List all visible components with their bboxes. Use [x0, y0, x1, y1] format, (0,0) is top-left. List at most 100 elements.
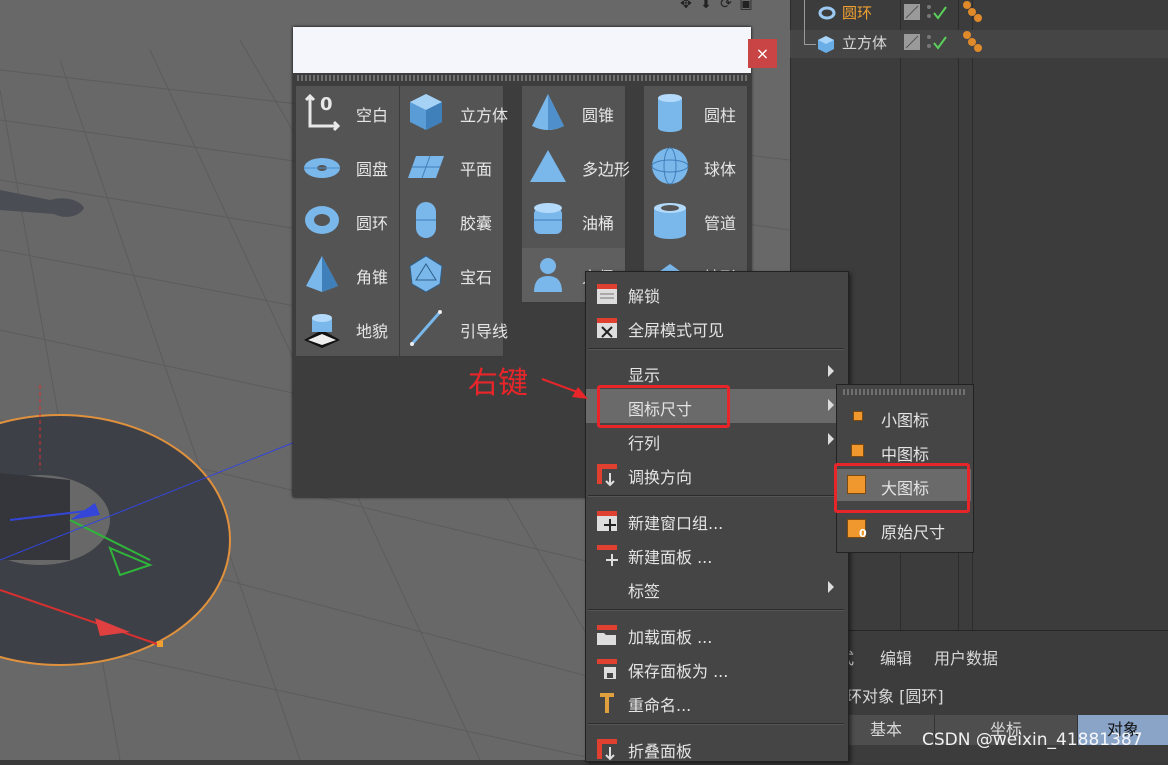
tube-icon — [654, 203, 686, 239]
menu-item-swap-direction[interactable]: 调换方向 — [586, 457, 846, 491]
highlight-box — [597, 385, 730, 428]
menu-item-label: 行列 — [628, 434, 661, 453]
palette-item-label: 胶囊 — [460, 214, 493, 233]
menu-item-label: 调换方向 — [628, 468, 693, 487]
medium-square-icon — [851, 444, 864, 457]
menu-item-rows-columns[interactable]: 行列 — [586, 423, 846, 457]
palette-item-label: 圆盘 — [356, 160, 389, 179]
palette-item-sphere[interactable]: 球体 — [644, 140, 748, 195]
rename-icon — [600, 693, 614, 713]
menu-item-new-window-group[interactable]: 新建窗口组... — [586, 503, 846, 537]
object-row-cube[interactable]: 立方体 — [790, 30, 1168, 58]
palette-item-oil-tank[interactable]: 油桶 — [522, 194, 626, 249]
menu-item-fullscreen-visible[interactable]: 全屏模式可见 — [586, 310, 846, 344]
sphere-icon — [651, 147, 689, 185]
palette-item-disc[interactable]: 圆盘 — [296, 140, 400, 195]
torus-icon — [305, 206, 339, 234]
relief-icon — [304, 314, 340, 348]
palette-item-label: 立方体 — [460, 106, 509, 125]
menu-item-load-panel[interactable]: 加载面板 ... — [586, 617, 846, 651]
context-menu: 解锁 全屏模式可见 显示 图标尺寸 行列 调换方向 新建窗口组... 新建面板 … — [585, 271, 849, 762]
menu-item-label: 折叠面板 — [628, 742, 693, 761]
object-row-torus[interactable]: 圆环 — [790, 0, 1168, 28]
original-size-icon: 0 — [859, 527, 867, 540]
figure-icon — [534, 258, 562, 292]
submenu-item-label: 中图标 — [881, 445, 930, 464]
load-panel-icon — [597, 625, 617, 645]
new-panel-icon — [597, 545, 618, 566]
palette-item-cylinder[interactable]: 圆柱 — [644, 86, 748, 141]
menu-separator — [588, 348, 844, 350]
svg-text:0: 0 — [320, 94, 333, 115]
menu-separator — [588, 609, 844, 611]
menu-item-label: 加载面板 ... — [628, 628, 713, 647]
submenu-item-label: 小图标 — [881, 411, 930, 430]
palette-titlebar[interactable] — [293, 27, 751, 73]
palette-item-capsule[interactable]: 胶囊 — [400, 194, 504, 249]
annotation-label: 右键 — [468, 366, 528, 401]
palette-item-label: 管道 — [704, 214, 737, 233]
palette-item-torus[interactable]: 圆环 — [296, 194, 400, 249]
palette-item-label: 圆环 — [356, 214, 389, 233]
submenu-grip[interactable] — [843, 389, 967, 395]
palette-item-pyramid[interactable]: 角锥 — [296, 248, 400, 303]
platonic-icon — [409, 255, 443, 293]
menu-item-new-panel[interactable]: 新建面板 ... — [586, 537, 846, 571]
object-flags[interactable] — [904, 3, 954, 23]
tag-icon[interactable] — [962, 30, 986, 54]
window-icon[interactable]: ▣ — [736, 0, 756, 13]
refresh-icon[interactable]: ⟳ — [716, 0, 736, 13]
arrow-down-icon[interactable]: ⬇ — [696, 0, 716, 13]
menu-item-label: 全屏模式可见 — [628, 321, 725, 340]
menu-item-label: 重命名... — [628, 696, 692, 715]
palette-item-label: 空白 — [356, 106, 389, 125]
new-window-group-icon — [597, 511, 617, 531]
palette-item-label: 角锥 — [356, 268, 389, 287]
menu-item-display[interactable]: 显示 — [586, 355, 846, 389]
annotation-arrow-icon — [541, 378, 588, 399]
palette-item-tube[interactable]: 管道 — [644, 194, 748, 249]
palette-item-label: 油桶 — [582, 214, 615, 233]
submenu-item-original-size[interactable]: 0 原始尺寸 — [837, 513, 971, 545]
menu-item-label: 标签 — [628, 582, 661, 601]
null-icon: 0 — [304, 93, 341, 132]
palette-grip[interactable] — [297, 75, 747, 81]
save-panel-icon — [597, 659, 617, 679]
palette-item-plane[interactable]: 平面 — [400, 140, 504, 195]
highlight-box — [834, 463, 970, 513]
move-icon[interactable]: ✥ — [676, 0, 696, 13]
menu-user-data[interactable]: 用户数据 — [934, 645, 998, 669]
palette-item-platonic[interactable]: 宝石 — [400, 248, 504, 303]
menu-item-unlock[interactable]: 解锁 — [586, 276, 846, 310]
palette-item-label: 多边形 — [582, 160, 631, 179]
palette-item-label: 宝石 — [460, 268, 493, 287]
close-button[interactable]: × — [748, 39, 777, 68]
object-name: 立方体 — [842, 34, 888, 52]
menu-item-save-panel-as[interactable]: 保存面板为 ... — [586, 651, 846, 685]
menu-item-rename[interactable]: 重命名... — [586, 685, 846, 719]
tab-basic[interactable]: 基本 — [838, 715, 935, 745]
cube-icon — [818, 36, 834, 53]
submenu-item-small-icons[interactable]: 小图标 — [837, 401, 971, 433]
palette-item-null[interactable]: 0 空白 — [296, 86, 400, 141]
menu-item-label: 解锁 — [628, 287, 661, 306]
palette-item-cone[interactable]: 圆锥 — [522, 86, 626, 141]
plane-icon — [408, 155, 444, 179]
palette-item-label: 圆柱 — [704, 106, 737, 125]
cube-icon — [410, 94, 442, 130]
tag-icon[interactable] — [962, 0, 986, 24]
palette-item-guide[interactable]: 引导线 — [400, 302, 508, 357]
palette-item-cube[interactable]: 立方体 — [400, 86, 508, 141]
submenu-arrow-icon — [828, 581, 834, 593]
small-square-icon — [853, 411, 863, 421]
object-name: 圆环 — [842, 4, 873, 22]
palette-item-polygon[interactable]: 多边形 — [522, 140, 630, 195]
palette-item-label: 平面 — [460, 160, 493, 179]
palette-item-label: 球体 — [704, 160, 737, 179]
menu-edit[interactable]: 编辑 — [880, 645, 912, 669]
menu-item-label: 保存面板为 ... — [628, 662, 729, 681]
viewport-toolbar: ✥ ⬇ ⟳ ▣ — [676, 0, 776, 14]
menu-item-tabs[interactable]: 标签 — [586, 571, 846, 605]
object-flags[interactable] — [904, 33, 954, 53]
palette-item-relief[interactable]: 地貌 — [296, 302, 400, 357]
